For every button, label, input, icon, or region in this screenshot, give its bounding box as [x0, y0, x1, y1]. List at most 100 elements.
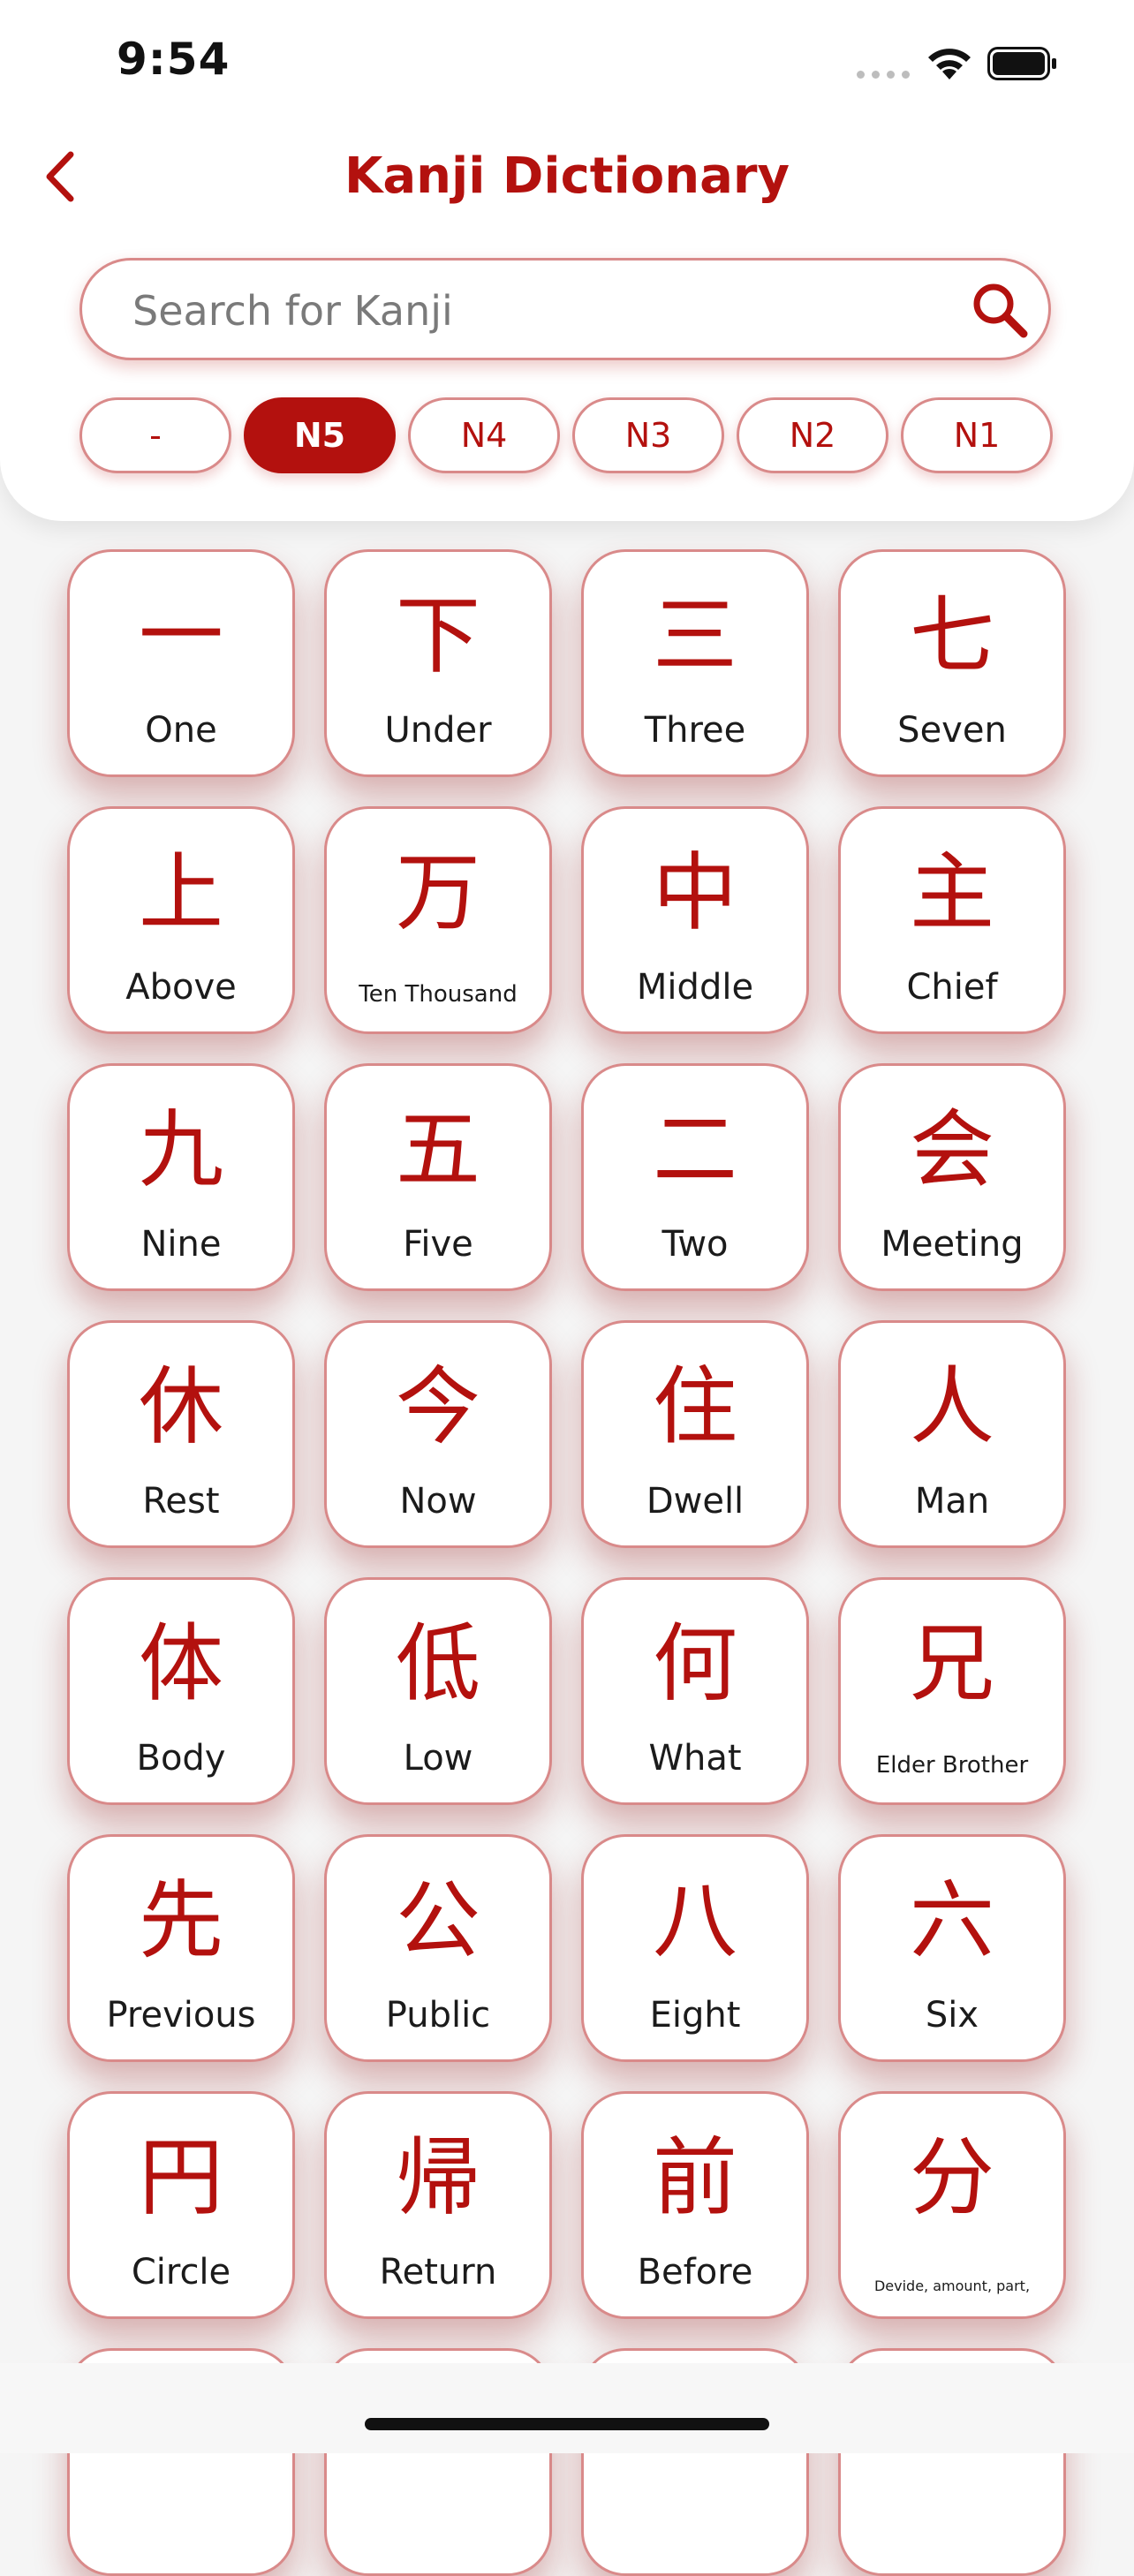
kanji-meaning: Rest: [142, 1481, 220, 1522]
kanji-card[interactable]: 七 Seven: [838, 549, 1066, 777]
kanji-meaning: Previous: [106, 1995, 256, 2036]
kanji-meaning: What: [648, 1738, 742, 1779]
kanji-card[interactable]: 前 Before: [581, 2091, 809, 2319]
kanji-character: 兄: [910, 1614, 994, 1713]
kanji-meaning: Middle: [636, 967, 754, 1008]
kanji-character: 人: [910, 1357, 994, 1456]
search-input[interactable]: [131, 276, 929, 345]
kanji-card[interactable]: 分 Devide, amount, part,: [838, 2091, 1066, 2319]
kanji-meaning: Return: [379, 2252, 497, 2293]
kanji-character: 今: [396, 1357, 480, 1456]
cellular-signal-icon: [857, 71, 910, 79]
kanji-character: 体: [139, 1614, 223, 1713]
kanji-card[interactable]: 公 Public: [324, 1834, 552, 2062]
status-bar: 9:54: [0, 0, 1134, 124]
kanji-character: 先: [139, 1871, 223, 1970]
level-chip-none[interactable]: -: [79, 397, 231, 473]
kanji-card[interactable]: 何 What: [581, 1577, 809, 1805]
kanji-meaning: Eight: [649, 1995, 741, 2036]
kanji-meaning: Seven: [897, 710, 1007, 751]
kanji-character: 会: [910, 1100, 994, 1199]
kanji-card[interactable]: 帰 Return: [324, 2091, 552, 2319]
kanji-card[interactable]: 二 Two: [581, 1063, 809, 1291]
status-time: 9:54: [117, 34, 231, 85]
search-bar: [79, 258, 1051, 360]
kanji-card[interactable]: 先 Previous: [67, 1834, 295, 2062]
kanji-character: 八: [653, 1871, 737, 1970]
kanji-character: 低: [396, 1614, 480, 1713]
kanji-card[interactable]: 主 Chief: [838, 806, 1066, 1034]
kanji-card[interactable]: 人 Man: [838, 1320, 1066, 1548]
kanji-meaning: Under: [384, 710, 492, 751]
kanji-character: 九: [139, 1100, 223, 1199]
kanji-card[interactable]: 住 Dwell: [581, 1320, 809, 1548]
kanji-meaning: Public: [385, 1995, 491, 2036]
kanji-character: 五: [396, 1100, 480, 1199]
kanji-character: 上: [139, 843, 223, 942]
kanji-meaning: Circle: [131, 2252, 231, 2293]
kanji-card[interactable]: 五 Five: [324, 1063, 552, 1291]
kanji-meaning: Nine: [140, 1224, 222, 1265]
kanji-card[interactable]: 兄 Elder Brother: [838, 1577, 1066, 1805]
kanji-card[interactable]: 三 Three: [581, 549, 809, 777]
kanji-meaning: Meeting: [881, 1224, 1024, 1265]
kanji-meaning: Chief: [906, 967, 998, 1008]
page-title: Kanji Dictionary: [344, 147, 790, 205]
kanji-card[interactable]: 中 Middle: [581, 806, 809, 1034]
kanji-meaning: Now: [399, 1481, 477, 1522]
level-chip-n1[interactable]: N1: [901, 397, 1053, 473]
level-chip-n2[interactable]: N2: [737, 397, 888, 473]
kanji-card[interactable]: 低 Low: [324, 1577, 552, 1805]
kanji-card[interactable]: 今 Now: [324, 1320, 552, 1548]
kanji-character: 帰: [396, 2128, 480, 2227]
kanji-card[interactable]: 会 Meeting: [838, 1063, 1066, 1291]
kanji-meaning: One: [145, 710, 217, 751]
kanji-card[interactable]: 上 Above: [67, 806, 295, 1034]
kanji-character: 主: [910, 843, 994, 942]
kanji-character: 住: [653, 1357, 737, 1456]
kanji-meaning: Three: [644, 710, 746, 751]
kanji-meaning: Devide, amount, part,: [873, 2278, 1031, 2294]
level-chip-n3[interactable]: N3: [572, 397, 724, 473]
kanji-character: 休: [139, 1357, 223, 1456]
header-panel: 9:54 Kanji Dictionary - N5 N4 N3 N2 N1: [0, 0, 1134, 521]
level-chip-n4[interactable]: N4: [408, 397, 560, 473]
home-indicator[interactable]: [365, 2418, 769, 2430]
kanji-character: 何: [653, 1614, 737, 1713]
kanji-card[interactable]: 下 Under: [324, 549, 552, 777]
kanji-character: 前: [653, 2128, 737, 2227]
kanji-character: 分: [910, 2128, 994, 2227]
kanji-card[interactable]: 体 Body: [67, 1577, 295, 1805]
kanji-meaning: Man: [914, 1481, 990, 1522]
kanji-character: 中: [653, 843, 737, 942]
kanji-card[interactable]: 一 One: [67, 549, 295, 777]
kanji-character: 七: [910, 586, 994, 685]
kanji-meaning: Six: [925, 1995, 979, 2036]
kanji-meaning: Low: [403, 1738, 473, 1779]
bottom-safe-area: [0, 2363, 1134, 2453]
kanji-meaning: Body: [136, 1738, 226, 1779]
kanji-card[interactable]: 円 Circle: [67, 2091, 295, 2319]
level-chip-n5[interactable]: N5: [244, 397, 396, 473]
kanji-character: 六: [910, 1871, 994, 1970]
kanji-card[interactable]: 六 Six: [838, 1834, 1066, 2062]
kanji-character: 三: [653, 586, 737, 685]
kanji-meaning: Above: [125, 967, 237, 1008]
kanji-meaning: Before: [637, 2252, 753, 2293]
kanji-character: 公: [396, 1871, 480, 1970]
kanji-meaning: Ten Thousand: [359, 981, 518, 1008]
kanji-character: 万: [396, 843, 480, 942]
kanji-card[interactable]: 休 Rest: [67, 1320, 295, 1548]
kanji-character: 一: [139, 586, 223, 685]
battery-icon: [987, 47, 1056, 80]
kanji-meaning: Elder Brother: [875, 1752, 1029, 1779]
kanji-card[interactable]: 九 Nine: [67, 1063, 295, 1291]
kanji-meaning: Dwell: [646, 1481, 745, 1522]
kanji-character: 下: [396, 586, 480, 685]
search-icon[interactable]: [967, 279, 1031, 343]
kanji-meaning: Two: [662, 1224, 729, 1265]
kanji-character: 二: [653, 1100, 737, 1199]
kanji-card[interactable]: 八 Eight: [581, 1834, 809, 2062]
kanji-meaning: Five: [403, 1224, 473, 1265]
kanji-card[interactable]: 万 Ten Thousand: [324, 806, 552, 1034]
